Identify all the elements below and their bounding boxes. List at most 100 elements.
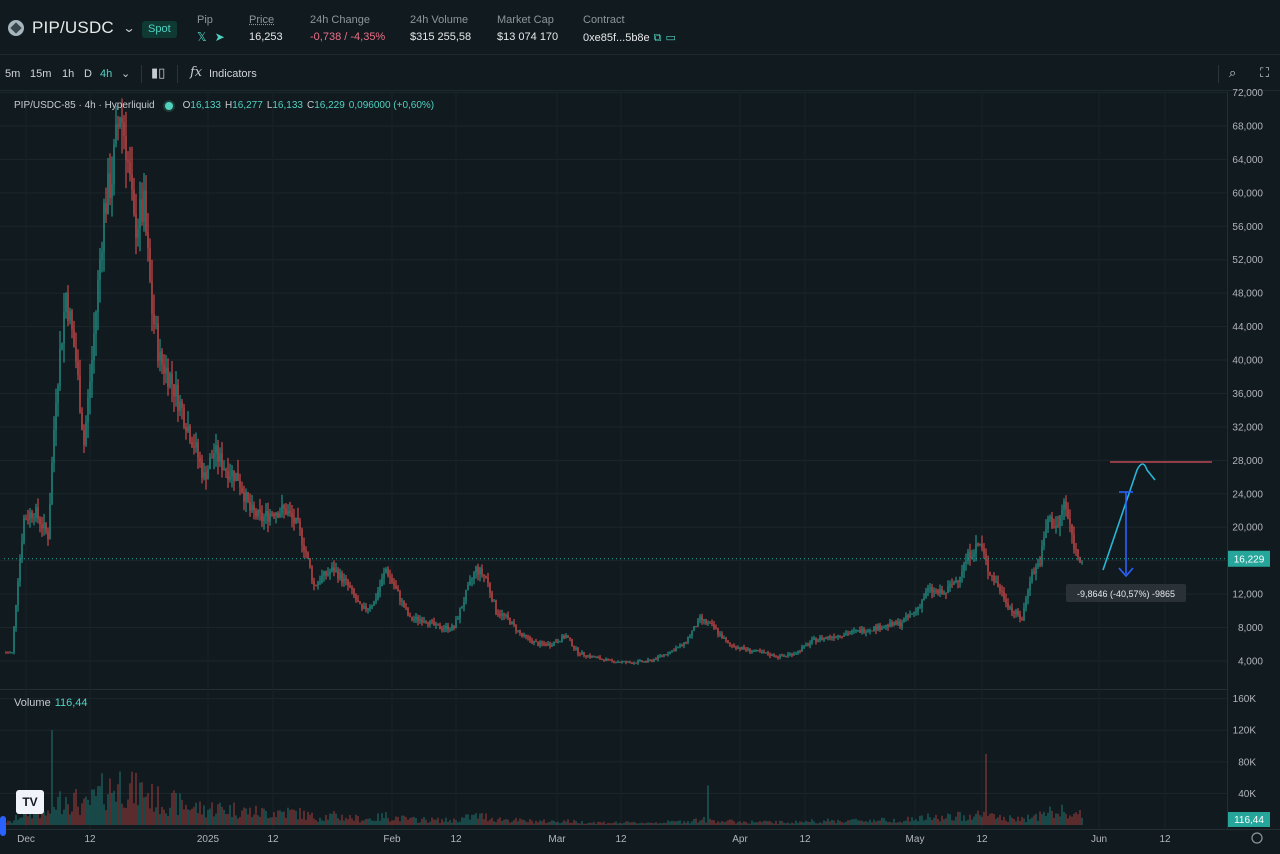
- candle-body: [915, 611, 917, 613]
- candle-body: [483, 575, 485, 577]
- volume-bar: [305, 819, 307, 825]
- copy-icon[interactable]: ▭: [666, 32, 676, 44]
- candle-body: [369, 607, 371, 609]
- candle-body: [247, 492, 249, 502]
- candle-body: [1041, 546, 1043, 565]
- candle-body: [797, 650, 799, 654]
- candle-body: [129, 161, 131, 175]
- volume-bar: [875, 821, 877, 825]
- volume-bar: [829, 821, 831, 825]
- candle-body: [865, 632, 867, 634]
- volume-bar: [9, 821, 11, 825]
- volume-bar: [515, 817, 517, 825]
- candle-body: [1001, 591, 1003, 593]
- volume-bar: [83, 798, 85, 825]
- volume-bar: [351, 818, 353, 825]
- volume-bar: [695, 818, 697, 825]
- chevron-down-icon[interactable]: ⌄: [122, 21, 135, 35]
- volume-label: Volume: [14, 697, 51, 709]
- volume-bar: [403, 815, 405, 825]
- candle-body: [621, 661, 623, 663]
- volume-bar: [941, 815, 943, 825]
- candle-body: [175, 384, 177, 397]
- candle-body: [323, 571, 325, 576]
- candle-body: [467, 584, 469, 591]
- candle-body: [393, 582, 395, 586]
- candle-body: [673, 650, 675, 652]
- volume-bar: [661, 823, 663, 825]
- volume-bar: [971, 819, 973, 825]
- candle-body: [251, 504, 253, 511]
- candle-body: [419, 619, 421, 621]
- candle-body: [593, 656, 595, 658]
- candle-body: [155, 323, 157, 325]
- time-axis-label: 12: [615, 834, 627, 845]
- external-link-icon[interactable]: ⧉: [654, 32, 662, 44]
- candle-body: [497, 613, 499, 615]
- telegram-icon[interactable]: ➤: [215, 30, 225, 44]
- x-twitter-icon[interactable]: 𝕏: [197, 30, 207, 44]
- volume-bar: [143, 797, 145, 825]
- candle-body: [79, 375, 81, 413]
- pair-selector[interactable]: PIP/USDC ⌄: [8, 18, 135, 38]
- volume-bar: [467, 814, 469, 825]
- timeframe-dropdown-icon[interactable]: ⌄: [121, 67, 130, 80]
- timeframe-15m[interactable]: 15m: [30, 68, 51, 80]
- candle-body: [397, 588, 399, 592]
- volume-bar: [901, 822, 903, 825]
- volume-bar: [991, 813, 993, 825]
- candle-body: [565, 635, 567, 639]
- volume-bar: [685, 822, 687, 825]
- candle-body: [619, 661, 621, 663]
- volume-bar: [827, 818, 829, 825]
- candle-body: [773, 654, 775, 657]
- volume-bar: [821, 823, 823, 825]
- candle-body: [443, 628, 445, 630]
- candle-body: [889, 622, 891, 627]
- volume-bar: [705, 822, 707, 825]
- candle-body: [161, 351, 163, 365]
- stat-price: Price 16,253: [249, 14, 283, 43]
- candle-body: [723, 638, 725, 640]
- candle-body: [399, 591, 401, 602]
- volume-bar: [269, 817, 271, 825]
- screenshot-icon[interactable]: ⌕: [1229, 65, 1236, 81]
- volume-bar: [245, 808, 247, 825]
- candle-body: [901, 622, 903, 627]
- indicators-button[interactable]: Indicators: [209, 68, 257, 80]
- volume-bar: [331, 813, 333, 825]
- volume-bar: [425, 819, 427, 825]
- candle-body: [661, 655, 663, 657]
- timeframe-4h[interactable]: 4h: [100, 68, 112, 80]
- volume-bar: [769, 821, 771, 825]
- price-chart[interactable]: 72,00068,00064,00060,00056,00052,00048,0…: [0, 0, 1280, 854]
- volume-bar: [909, 821, 911, 825]
- volume-bar: [1031, 817, 1033, 825]
- volume-bar: [575, 821, 577, 825]
- volume-bar: [353, 820, 355, 825]
- fullscreen-icon[interactable]: ⛶: [1260, 65, 1269, 81]
- candle-body: [1047, 518, 1049, 529]
- timeframe-d[interactable]: D: [84, 68, 92, 80]
- candle-body: [747, 648, 749, 650]
- candle-body: [947, 586, 949, 594]
- volume-bar: [359, 822, 361, 825]
- volume-bar: [865, 820, 867, 825]
- timeframe-1h[interactable]: 1h: [62, 68, 74, 80]
- volume-bar: [531, 820, 533, 825]
- indicators-icon[interactable]: fx: [190, 65, 202, 80]
- tradingview-logo-icon[interactable]: TV: [16, 790, 44, 814]
- contract-address[interactable]: 0xe85f...5b8e: [583, 32, 650, 44]
- candle-body: [1003, 591, 1005, 600]
- stat-value: 16,253: [249, 31, 283, 43]
- volume-bar: [727, 820, 729, 825]
- candle-body: [605, 659, 607, 662]
- candle-body: [595, 657, 597, 659]
- candle-body: [111, 184, 113, 199]
- volume-bar: [763, 820, 765, 825]
- candle-body: [551, 645, 553, 647]
- candle-type-icon[interactable]: ▮▯: [151, 65, 165, 81]
- candle-body: [1017, 610, 1019, 616]
- timeframe-5m[interactable]: 5m: [5, 68, 20, 80]
- price-axis-label: 12,000: [1232, 590, 1263, 601]
